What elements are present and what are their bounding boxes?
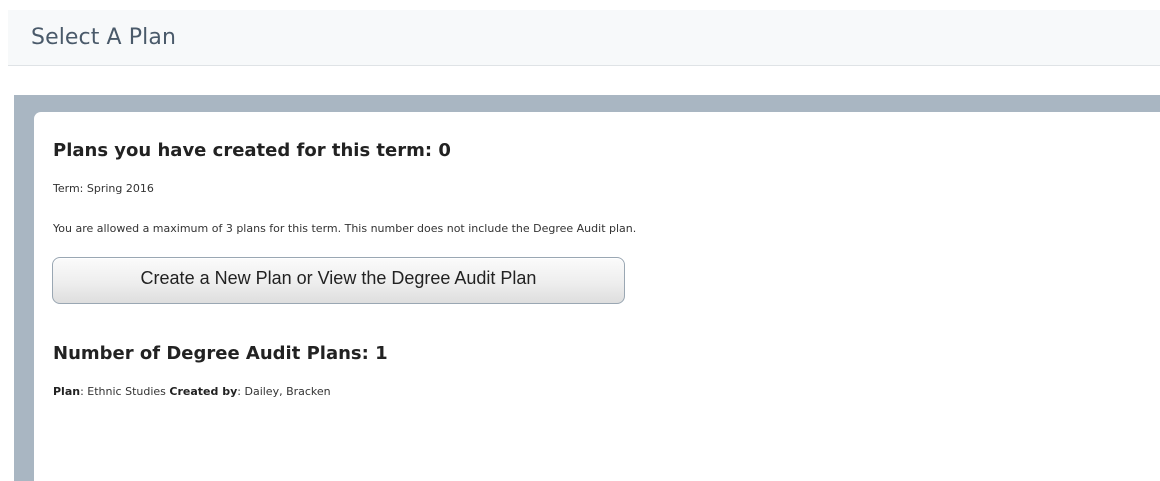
degree-audit-plan-details: Plan: Ethnic Studies Created by: Dailey,…	[53, 385, 331, 398]
created-by-label: Created by	[169, 385, 238, 398]
create-new-plan-button[interactable]: Create a New Plan or View the Degree Aud…	[52, 257, 625, 304]
page-title: Select A Plan	[31, 25, 177, 50]
plan-limit-note: You are allowed a maximum of 3 plans for…	[53, 222, 637, 235]
plans-card: Plans you have created for this term: 0 …	[34, 112, 1160, 481]
plan-value: Ethnic Studies	[87, 385, 166, 398]
plans-created-heading: Plans you have created for this term: 0	[53, 140, 451, 161]
content-panel: Plans you have created for this term: 0 …	[14, 95, 1160, 481]
page: Select A Plan Plans you have created for…	[0, 0, 1160, 481]
created-by-value: Dailey, Bracken	[244, 385, 331, 398]
plan-label: Plan	[53, 385, 81, 398]
page-header: Select A Plan	[8, 10, 1160, 66]
term-label: Term: Spring 2016	[53, 182, 154, 195]
degree-audit-plans-heading: Number of Degree Audit Plans: 1	[53, 343, 388, 364]
